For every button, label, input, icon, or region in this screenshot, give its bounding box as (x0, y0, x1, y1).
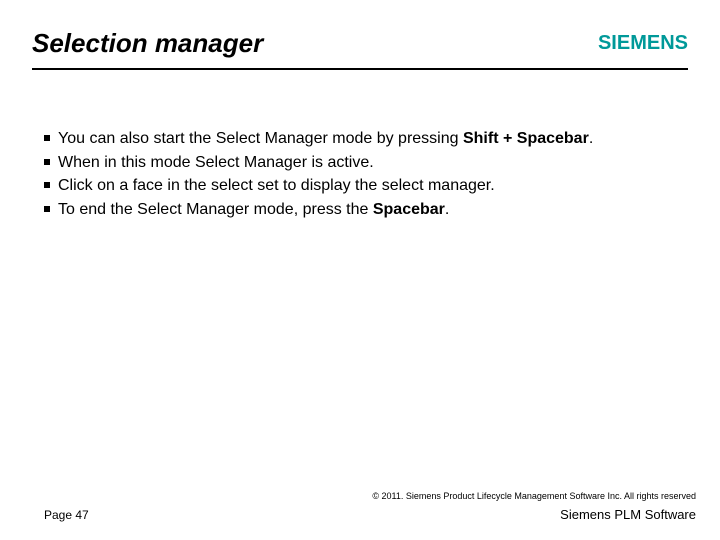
bullet-text-post: . (589, 130, 593, 147)
bullet-item: You can also start the Select Manager mo… (44, 128, 680, 150)
footer-row: Page 47 Siemens PLM Software (44, 507, 696, 522)
title-area: Selection manager SIEMENS (32, 28, 688, 59)
bullet-item: Click on a face in the select set to dis… (44, 175, 680, 197)
bullet-text-pre: Click on a face in the select set to dis… (58, 177, 495, 194)
bullet-item: When in this mode Select Manager is acti… (44, 152, 680, 174)
bullet-text-pre: You can also start the Select Manager mo… (58, 130, 463, 147)
bullet-text-pre: To end the Select Manager mode, press th… (58, 201, 373, 218)
bullet-text-pre: When in this mode Select Manager is acti… (58, 154, 374, 171)
footer: © 2011. Siemens Product Lifecycle Manage… (44, 491, 696, 522)
body-text: You can also start the Select Manager mo… (44, 128, 680, 222)
bullet-text-bold: Shift + Spacebar (463, 130, 589, 147)
slide-title: Selection manager (32, 28, 263, 59)
slide: Selection manager SIEMENS You can also s… (0, 0, 720, 540)
bullet-text-post: . (445, 201, 449, 218)
footer-brand: Siemens PLM Software (560, 507, 696, 522)
bullet-text-bold: Spacebar (373, 201, 445, 218)
page-number: Page 47 (44, 508, 89, 522)
copyright-text: © 2011. Siemens Product Lifecycle Manage… (44, 491, 696, 501)
bullet-item: To end the Select Manager mode, press th… (44, 199, 680, 221)
siemens-logo: SIEMENS (598, 32, 688, 55)
title-rule (32, 68, 688, 70)
